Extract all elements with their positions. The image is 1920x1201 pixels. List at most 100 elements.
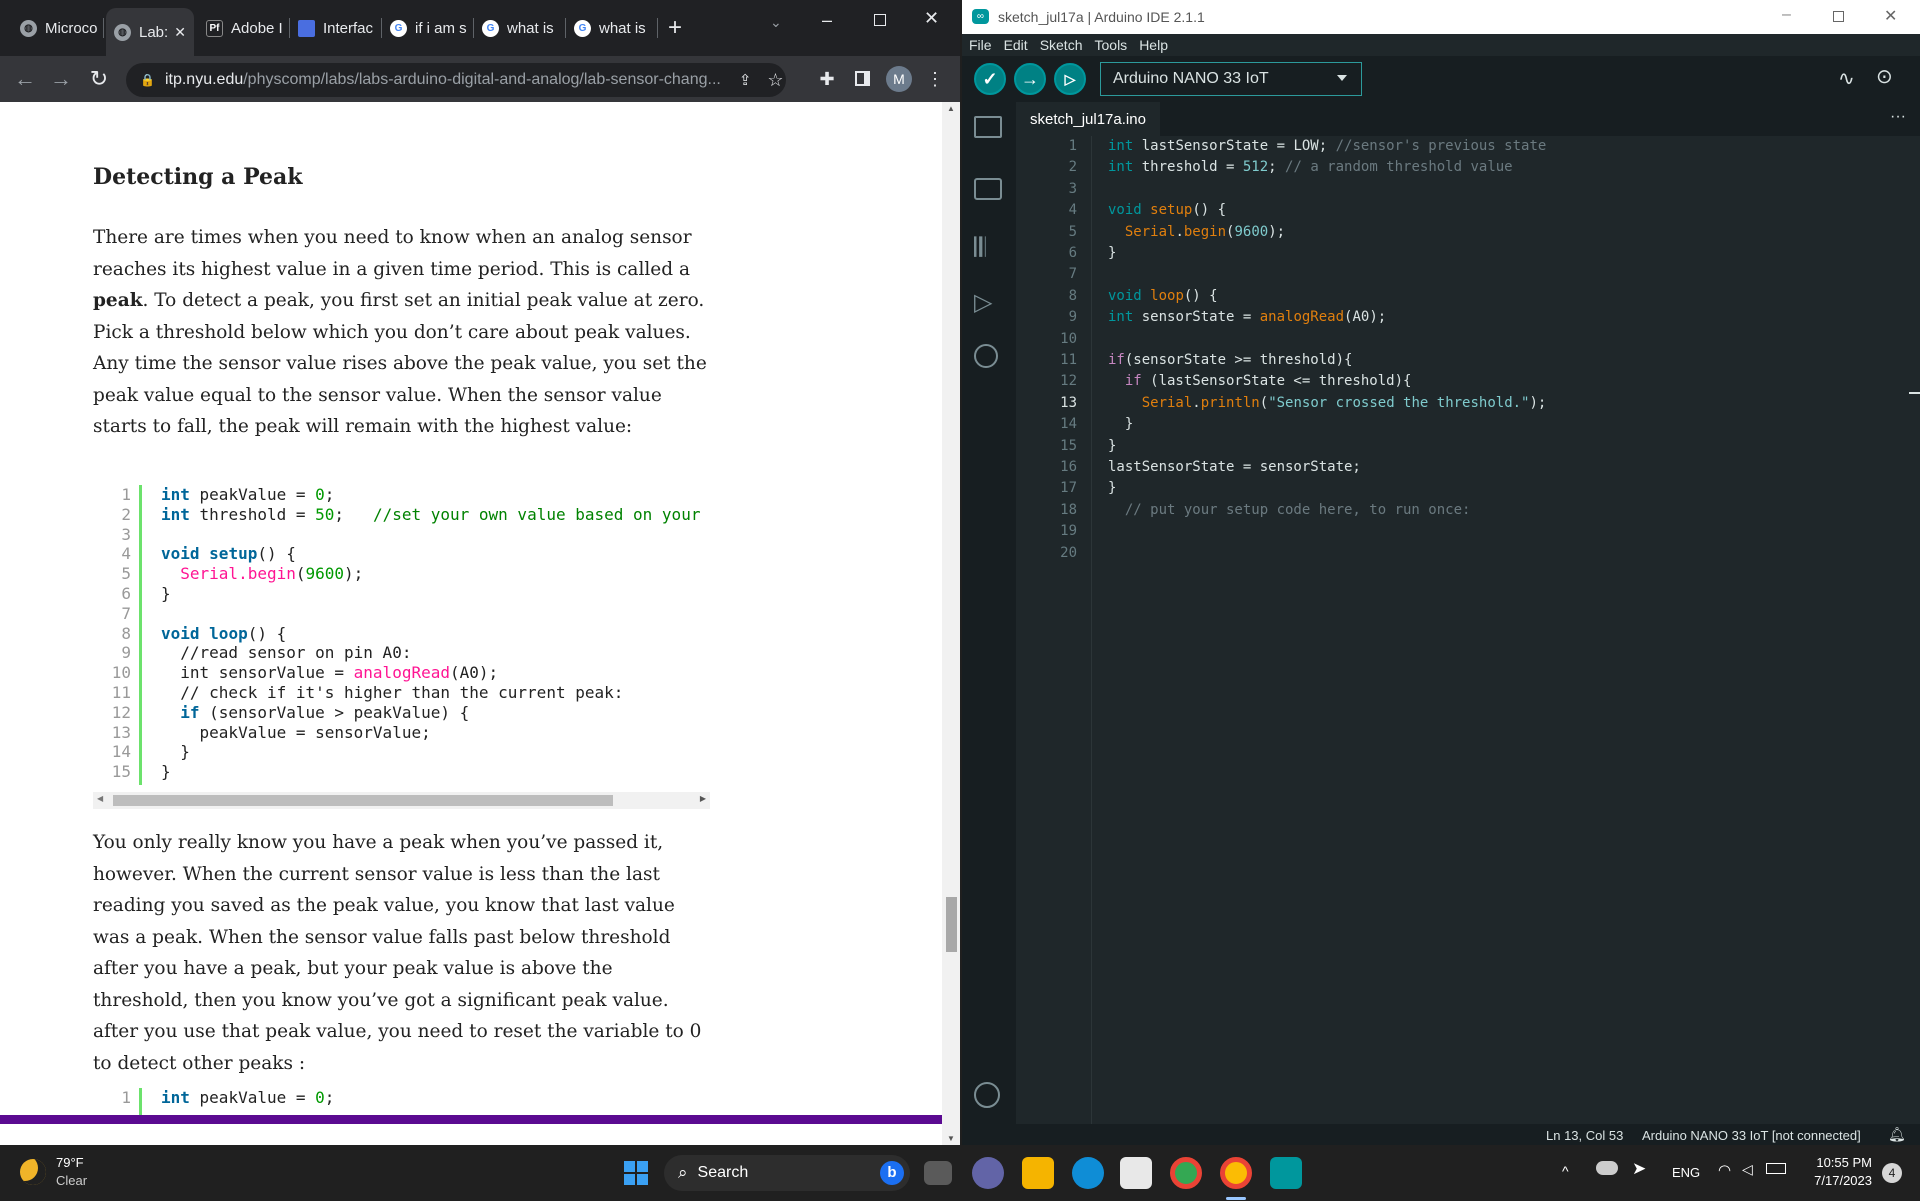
back-arrow-icon[interactable]: ← <box>10 64 40 94</box>
tab-lab-active[interactable]: ◍ Lab: ✕ <box>106 8 194 56</box>
file-explorer-icon[interactable] <box>1022 1157 1054 1189</box>
line-number: 13 <box>1060 394 1077 411</box>
windows-start-icon[interactable] <box>624 1161 648 1185</box>
menu-sketch[interactable]: Sketch <box>1040 37 1083 53</box>
url-host: itp.nyu.edu <box>164 71 244 88</box>
upload-arrow-icon[interactable]: → <box>1014 63 1046 95</box>
serial-monitor-icon[interactable]: ⊙ <box>1876 64 1893 89</box>
edge-browser-icon[interactable] <box>1072 1157 1104 1189</box>
chrome-profile-icon[interactable] <box>1220 1157 1252 1189</box>
menu-kebab-icon[interactable]: ⋮ <box>920 64 950 94</box>
scroll-left-icon[interactable]: ◀ <box>97 794 103 803</box>
tab-search-chevron-icon[interactable]: ⌄ <box>770 14 782 31</box>
more-options-icon[interactable]: ··· <box>1890 108 1906 126</box>
close-window-icon[interactable]: ✕ <box>924 8 939 29</box>
notification-badge[interactable]: 4 <box>1882 1163 1902 1183</box>
globe-icon: ◍ <box>20 19 37 37</box>
code-line: int threshold = 512; // a random thresho… <box>1108 159 1513 176</box>
location-arrow-icon[interactable]: ➤ <box>1632 1159 1646 1179</box>
menu-file[interactable]: File <box>969 37 992 53</box>
serial-plotter-icon[interactable]: ∿ <box>1838 66 1855 91</box>
tab-what-is-1[interactable]: G what is <box>474 8 566 48</box>
task-view-icon[interactable] <box>924 1161 952 1185</box>
onedrive-icon[interactable] <box>1596 1161 1618 1175</box>
language-indicator[interactable]: ENG <box>1672 1165 1700 1180</box>
weather-desc: Clear <box>56 1173 88 1188</box>
debug-side-icon[interactable]: ▷ <box>974 288 1004 318</box>
menu-help[interactable]: Help <box>1139 37 1168 53</box>
scroll-up-icon[interactable]: ▲ <box>947 104 955 113</box>
maximize-icon[interactable] <box>1833 11 1844 22</box>
verify-check-icon[interactable]: ✓ <box>974 63 1006 95</box>
folder-icon[interactable] <box>974 116 1002 138</box>
paragraph-peak: You only really know you have a peak whe… <box>93 832 702 1074</box>
scroll-right-icon[interactable]: ▶ <box>700 794 706 803</box>
chevron-up-icon[interactable]: ^ <box>1562 1163 1569 1179</box>
line-number: 7 <box>1068 266 1077 283</box>
reload-icon[interactable]: ↻ <box>84 64 114 94</box>
debug-icon[interactable]: ▷ <box>1054 63 1086 95</box>
moon-weather-icon[interactable] <box>20 1159 46 1185</box>
tab-interfac[interactable]: Interfac <box>290 8 382 48</box>
cursor-position: Ln 13, Col 53 <box>1546 1128 1624 1143</box>
microsoft-store-icon[interactable] <box>1120 1157 1152 1189</box>
url-bar[interactable]: 🔒 itp.nyu.edu/physcomp/labs/labs-arduino… <box>126 63 786 97</box>
line-number: 1 <box>121 1088 131 1107</box>
doc-icon <box>298 19 315 37</box>
side-panel-icon[interactable] <box>855 71 870 86</box>
wifi-icon[interactable]: ◠ <box>1718 1161 1731 1179</box>
line-number: 10 <box>111 663 131 683</box>
volume-icon[interactable]: ◁ <box>1742 1161 1753 1178</box>
library-icon[interactable]: 𝄃𝄃 <box>974 232 1004 262</box>
board-selector[interactable]: Arduino NANO 33 IoT <box>1100 62 1362 96</box>
scroll-down-icon[interactable]: ▼ <box>947 1134 955 1143</box>
code-gutter-bar <box>139 1088 142 1118</box>
clock-time[interactable]: 10:55 PM <box>1808 1155 1872 1170</box>
google-icon: G <box>482 19 499 37</box>
taskbar-search-box[interactable]: ⌕ Search b <box>664 1155 910 1191</box>
share-icon[interactable]: ⇪ <box>739 71 752 89</box>
line-number: 5 <box>121 564 131 584</box>
code-horizontal-scrollbar[interactable]: ◀ ▶ <box>93 792 710 809</box>
close-tab-icon[interactable]: ✕ <box>174 24 186 41</box>
page-scrollbar[interactable]: ▲ ▼ <box>942 102 960 1145</box>
teams-chat-icon[interactable] <box>972 1157 1004 1189</box>
line-number: 20 <box>1060 544 1077 561</box>
editor-scroll-marker[interactable] <box>1909 392 1920 394</box>
chrome-icon[interactable] <box>1170 1157 1202 1189</box>
new-tab-button[interactable]: + <box>668 14 682 42</box>
scrollbar-thumb[interactable] <box>946 897 957 952</box>
close-window-icon[interactable]: ✕ <box>1884 6 1897 26</box>
scrollbar-thumb[interactable] <box>113 795 613 806</box>
clock-date[interactable]: 7/17/2023 <box>1802 1173 1872 1188</box>
maximize-icon[interactable] <box>874 14 886 26</box>
active-app-indicator <box>1226 1197 1246 1200</box>
minimize-icon[interactable]: – <box>1782 6 1791 24</box>
minimize-icon[interactable]: – <box>822 10 832 31</box>
arduino-ide-icon[interactable] <box>1270 1157 1302 1189</box>
line-number: 1 <box>121 485 131 504</box>
menu-edit[interactable]: Edit <box>1004 37 1028 53</box>
paragraph-text: . To detect a peak, you first set an ini… <box>93 290 707 437</box>
account-icon[interactable] <box>974 1082 1000 1108</box>
tab-microco[interactable]: ◍ Microco <box>12 8 104 48</box>
search-label: Search <box>697 1164 749 1181</box>
tab-sketch-file[interactable]: sketch_jul17a.ino <box>1016 102 1160 136</box>
profile-avatar[interactable]: M <box>886 66 912 92</box>
extensions-puzzle-icon[interactable]: ✚ <box>812 64 842 94</box>
tab-adobe[interactable]: Pf Adobe I <box>198 8 290 48</box>
bell-icon[interactable]: 🔔︎ <box>1888 1126 1906 1143</box>
battery-icon[interactable] <box>1766 1163 1786 1174</box>
boards-manager-icon[interactable] <box>974 178 1002 200</box>
code-line: int sensorValue = analogRead(A0); <box>161 663 499 683</box>
tab-what-is-2[interactable]: G what is <box>566 8 658 48</box>
tab-if-i-am[interactable]: G if i am s <box>382 8 474 48</box>
search-icon[interactable] <box>974 344 998 368</box>
bookmark-star-icon[interactable]: ☆ <box>767 70 783 91</box>
section-heading: Detecting a Peak <box>93 164 303 190</box>
bing-icon[interactable]: b <box>880 1161 904 1185</box>
forward-arrow-icon[interactable]: → <box>46 64 76 94</box>
line-number: 4 <box>1068 202 1077 219</box>
code-editor[interactable]: 1 2 3 4 5 6 7 8 9 10 11 12 13 14 15 16 17 18 19 20 int last… <box>1016 136 1920 1124</box>
menu-tools[interactable]: Tools <box>1095 37 1128 53</box>
